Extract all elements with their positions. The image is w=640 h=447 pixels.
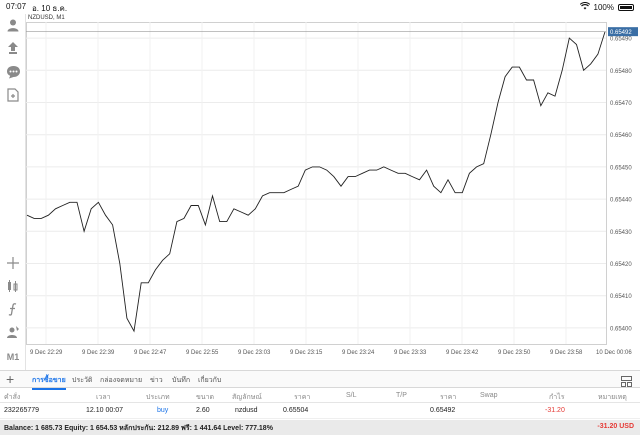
- col-symbol: สัญลักษณ์: [232, 394, 262, 401]
- crosshair-icon[interactable]: [4, 254, 22, 272]
- price-chart[interactable]: NZDUSD, M1 0.65490 0.65480 0.65470 0.65460 0…: [26, 14, 640, 370]
- x-tick-label: 9 Dec 22:47: [134, 350, 167, 356]
- y-tick-label: 0.65410: [610, 294, 632, 300]
- x-tick-label: 9 Dec 23:24: [342, 350, 375, 356]
- y-tick-label: 0.65430: [610, 230, 632, 236]
- col-swap: Swap: [480, 392, 498, 399]
- col-tp: T/P: [396, 392, 407, 399]
- status-right: 100%: [579, 2, 634, 12]
- status-bar: 07:07 อ. 10 ธ.ค. 100%: [0, 0, 640, 14]
- order-id: 232265779: [4, 407, 40, 414]
- col-price: ราคา: [294, 394, 311, 401]
- y-tick-label: 0.65400: [610, 326, 632, 332]
- terminal-tabs: + การซื้อขาย ประวัติ กล่องจดหมาย ข่าว บั…: [0, 370, 640, 390]
- chart-toolbar: M1: [0, 14, 26, 370]
- x-tick-label: 9 Dec 23:33: [394, 350, 427, 356]
- x-tick-label: 9 Dec 23:58: [550, 350, 583, 356]
- order-size: 2.60: [196, 407, 210, 414]
- col-time: เวลา: [96, 394, 111, 401]
- tab-trade[interactable]: การซื้อขาย: [32, 375, 66, 390]
- x-tick-label: 9 Dec 22:55: [186, 350, 219, 356]
- tab-history[interactable]: ประวัติ: [72, 375, 92, 386]
- y-tick-label: 0.65480: [610, 69, 632, 75]
- new-order-button[interactable]: +: [6, 372, 14, 386]
- positions-table: คำสั่ง เวลา ประเภท ขนาด สัญลักษณ์ ราคา S…: [0, 388, 640, 419]
- x-tick-label: 9 Dec 23:50: [498, 350, 531, 356]
- chart-title: NZDUSD, M1: [28, 15, 65, 21]
- x-tick-label: 9 Dec 23:15: [290, 350, 323, 356]
- total-profit: -31.20 USD: [597, 423, 634, 430]
- table-row[interactable]: 232265779 12.10 00:07 buy 2.60 nzdusd 0.…: [0, 403, 640, 419]
- order-symbol: nzdusd: [235, 407, 258, 414]
- chart-svg: 0.65490 0.65480 0.65470 0.65460 0.65450 0.654…: [26, 22, 638, 356]
- account-icon[interactable]: [4, 16, 22, 34]
- x-tick-label: 10 Dec 00:06: [596, 350, 632, 356]
- table-header: คำสั่ง เวลา ประเภท ขนาด สัญลักษณ์ ราคา S…: [0, 388, 640, 403]
- tab-mailbox[interactable]: กล่องจดหมาย: [100, 375, 142, 386]
- x-tick-label: 9 Dec 23:42: [446, 350, 479, 356]
- col-profit: กำไร: [549, 394, 565, 401]
- tab-about[interactable]: เกี่ยวกับ: [198, 375, 221, 386]
- order-time: 12.10 00:07: [86, 407, 123, 414]
- objects-icon[interactable]: [4, 323, 22, 341]
- news-icon[interactable]: [4, 86, 22, 104]
- y-tick-label: 0.65460: [610, 133, 632, 139]
- price-line: [26, 31, 606, 333]
- y-tick-label: 0.65470: [610, 101, 632, 107]
- x-tick-label: 9 Dec 22:29: [30, 350, 63, 356]
- timeframe-button[interactable]: M1: [4, 348, 22, 366]
- current-price-label: 0.65492: [610, 30, 632, 36]
- col-current-price: ราคา: [440, 394, 457, 401]
- tab-news[interactable]: ข่าว: [150, 375, 163, 386]
- tab-journal[interactable]: บันทึก: [172, 375, 190, 386]
- function-icon[interactable]: [4, 300, 22, 318]
- col-comment: หมายเหตุ: [598, 394, 627, 401]
- order-open-price: 0.65504: [283, 407, 309, 414]
- col-order: คำสั่ง: [4, 394, 21, 401]
- y-tick-label: 0.65420: [610, 262, 632, 268]
- order-profit: -31.20: [545, 407, 565, 414]
- y-tick-label: 0.65490: [610, 37, 632, 43]
- battery-icon: [618, 3, 634, 11]
- account-summary-text: Balance: 1 685.73 Equity: 1 654.53 หลักป…: [4, 425, 273, 432]
- order-type: buy: [157, 407, 169, 414]
- status-time: 07:07: [6, 2, 27, 11]
- wifi-icon: [579, 2, 590, 12]
- trade-icon[interactable]: [4, 39, 22, 57]
- account-summary: Balance: 1 685.73 Equity: 1 654.53 หลักป…: [0, 420, 640, 435]
- indicators-icon[interactable]: [4, 277, 22, 295]
- chat-icon[interactable]: [4, 63, 22, 81]
- y-tick-label: 0.65440: [610, 198, 632, 204]
- x-tick-label: 9 Dec 23:03: [238, 350, 271, 356]
- order-current-price: 0.65492: [430, 407, 456, 414]
- col-sl: S/L: [346, 392, 357, 399]
- col-size: ขนาด: [196, 394, 215, 401]
- x-tick-label: 9 Dec 22:39: [82, 350, 115, 356]
- battery-percent: 100%: [593, 2, 614, 12]
- y-tick-label: 0.65450: [610, 165, 632, 171]
- col-type: ประเภท: [146, 394, 170, 401]
